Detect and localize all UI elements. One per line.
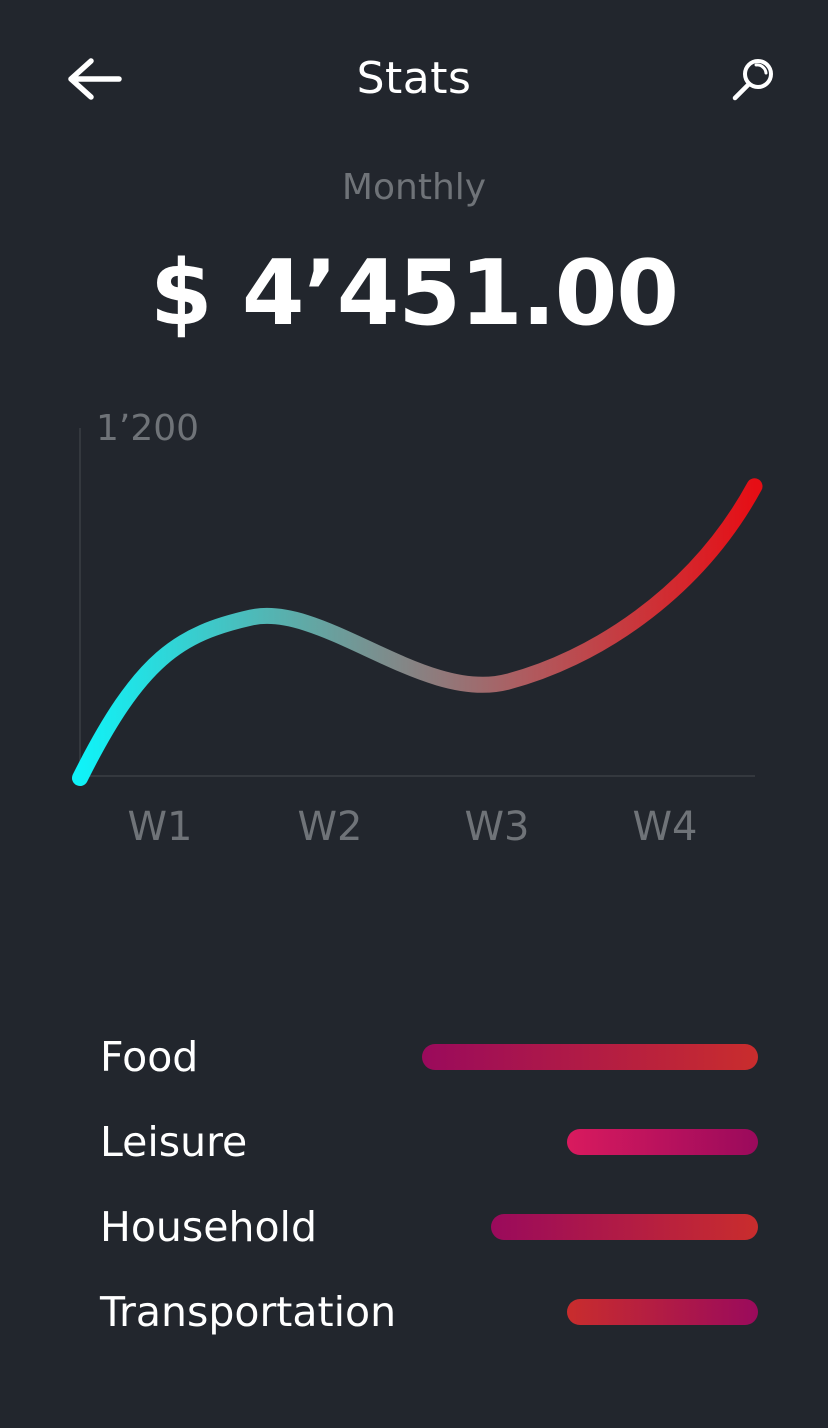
x-tick-label-w3: W3 xyxy=(465,804,530,850)
x-tick-label-w1: W1 xyxy=(128,804,193,850)
x-tick-label-w2: W2 xyxy=(298,804,363,850)
weekly-spending-chart: 1’200 W1 W2 W3 W4 xyxy=(72,408,763,850)
category-label-transportation: Transportation xyxy=(100,1288,397,1336)
series-line xyxy=(72,478,763,786)
x-tick-label-w4: W4 xyxy=(633,804,698,850)
category-bar-household xyxy=(491,1214,758,1240)
category-label-food: Food xyxy=(100,1033,199,1081)
category-label-leisure: Leisure xyxy=(100,1118,248,1166)
category-bar-transportation xyxy=(567,1299,758,1325)
y-tick-label: 1’200 xyxy=(96,408,199,449)
category-bar-food xyxy=(422,1044,758,1070)
category-bar-leisure xyxy=(567,1129,758,1155)
category-label-household: Household xyxy=(100,1203,317,1251)
